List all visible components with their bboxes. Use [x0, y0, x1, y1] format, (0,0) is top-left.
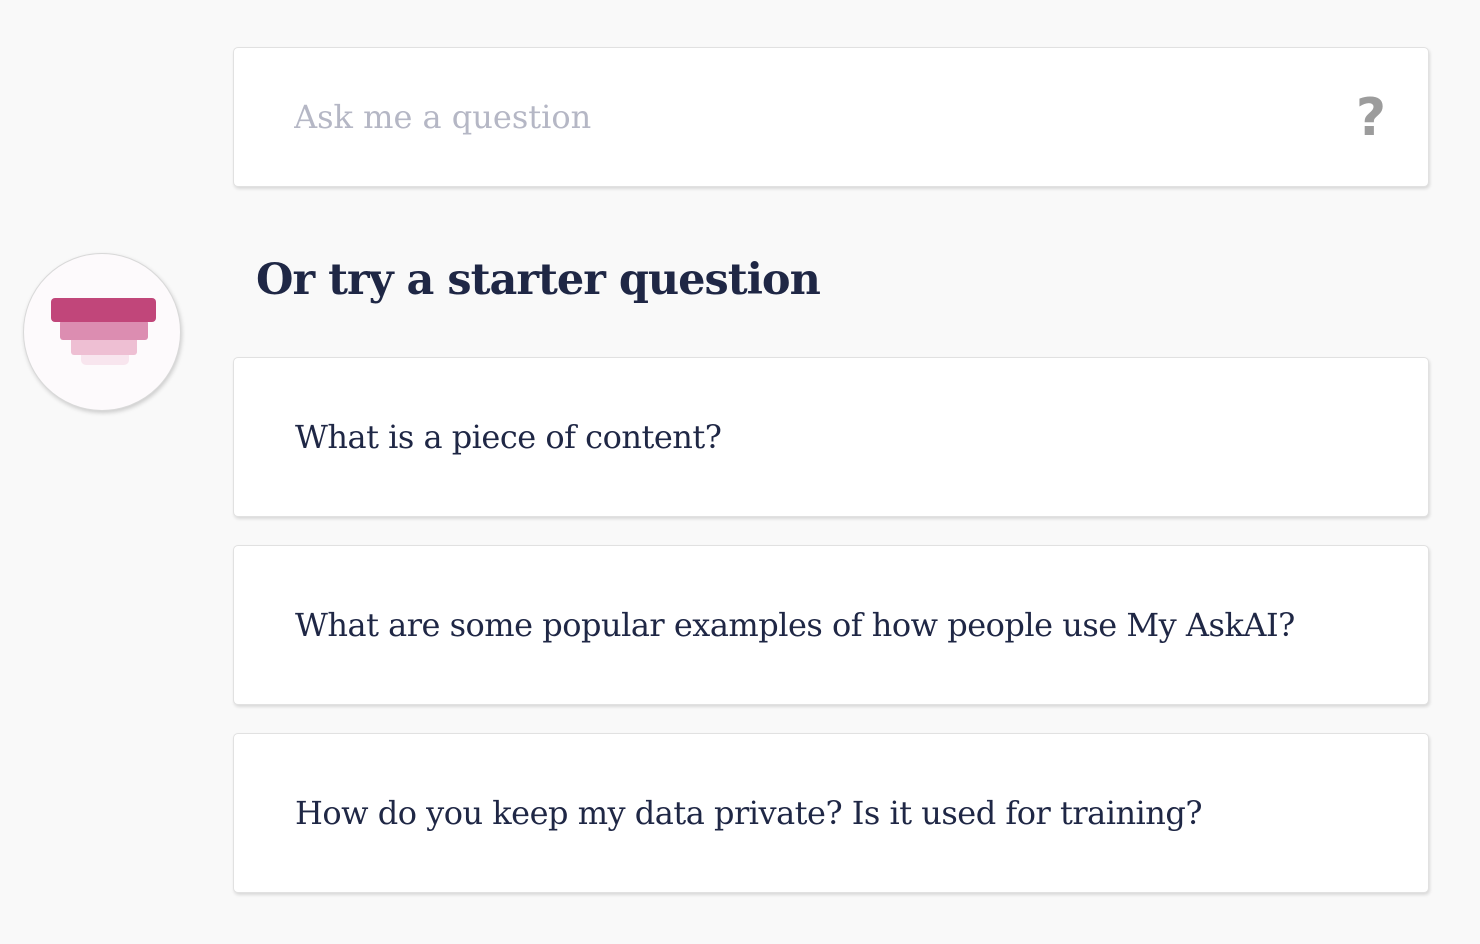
- starter-question-list: What is a piece of content? What are som…: [233, 357, 1429, 921]
- starter-question-button[interactable]: What are some popular examples of how pe…: [233, 545, 1429, 705]
- search-box[interactable]: ?: [233, 47, 1429, 187]
- search-input[interactable]: [294, 48, 1334, 186]
- starter-heading: Or try a starter question: [256, 255, 821, 305]
- assistant-avatar: [23, 253, 181, 411]
- stacked-layers-logo-icon: [51, 298, 156, 365]
- starter-question-button[interactable]: How do you keep my data private? Is it u…: [233, 733, 1429, 893]
- help-question-icon[interactable]: ?: [1356, 86, 1386, 150]
- starter-question-button[interactable]: What is a piece of content?: [233, 357, 1429, 517]
